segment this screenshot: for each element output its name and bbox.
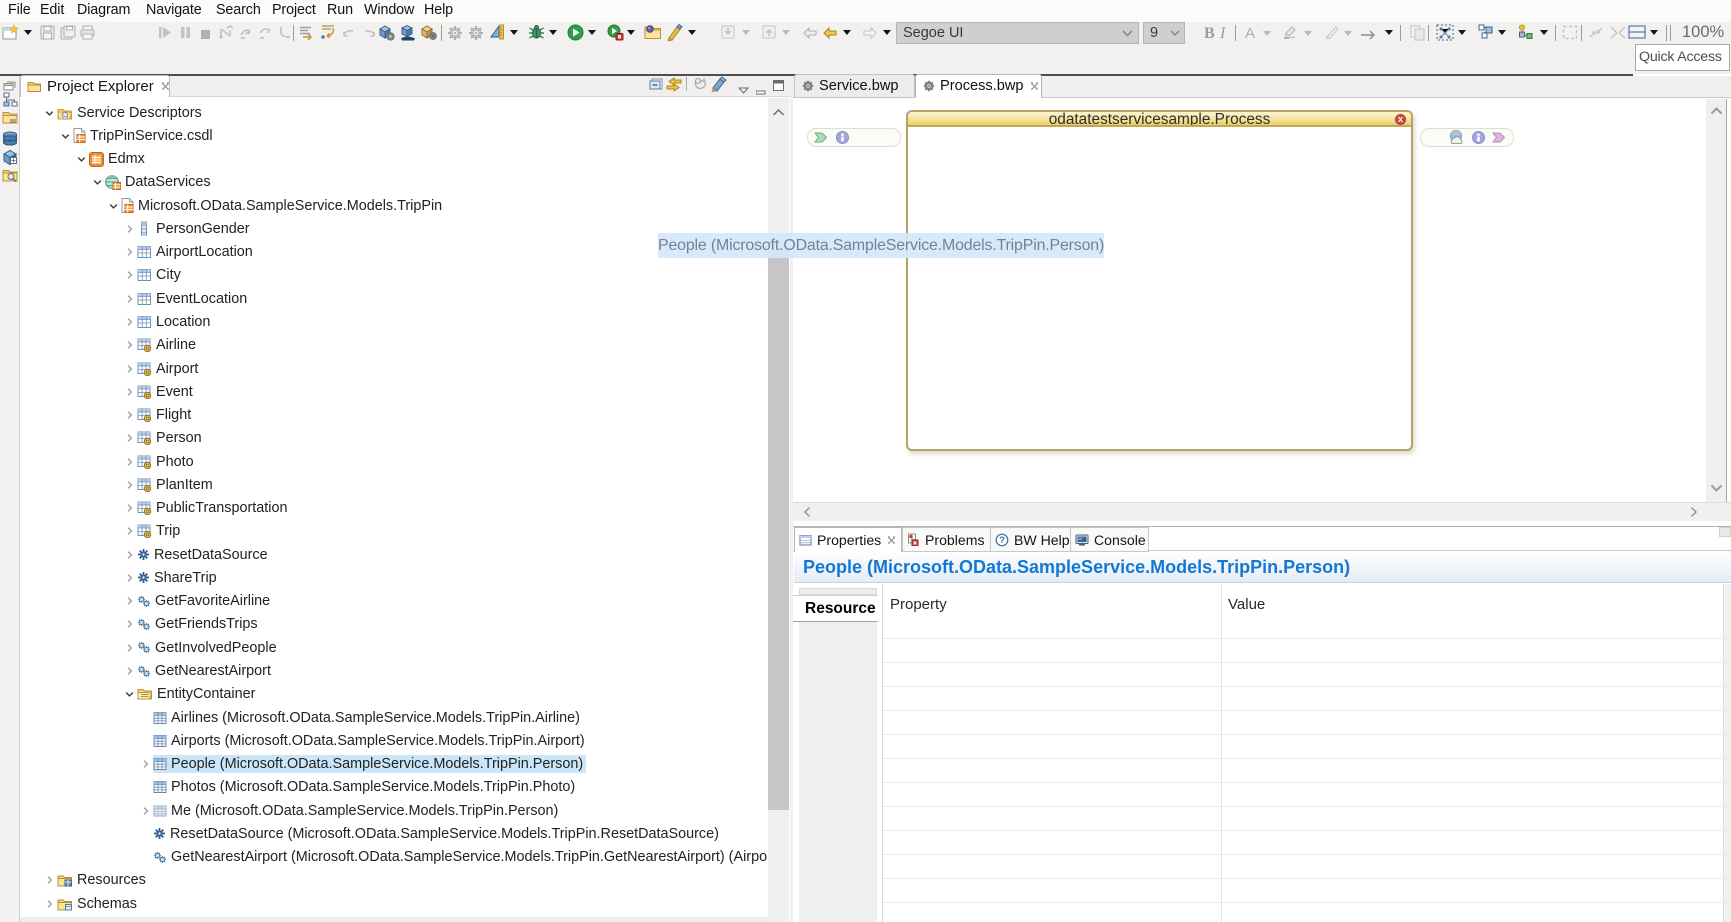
svg-text:?: ? <box>999 535 1005 546</box>
